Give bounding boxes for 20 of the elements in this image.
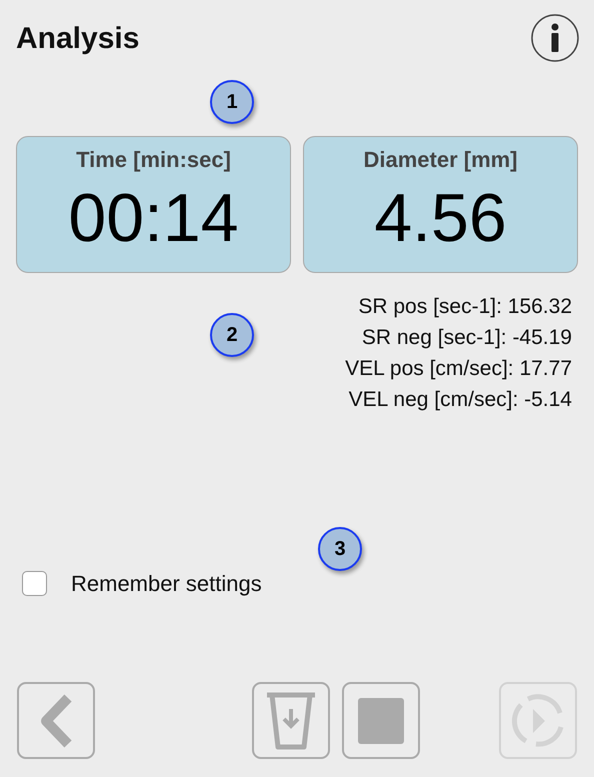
stop-square-icon	[358, 698, 404, 744]
metric-text: VEL pos [cm/sec]: 17.77	[345, 356, 572, 382]
stop-button[interactable]	[342, 682, 420, 759]
readout-value: 4.56	[374, 179, 507, 258]
readout-label: Time [min:sec]	[76, 146, 231, 174]
readout-value: 00:14	[68, 179, 239, 258]
callout-bubble: 1	[210, 80, 254, 124]
checkbox-label: Remember settings	[71, 570, 262, 598]
back-button[interactable]	[17, 682, 95, 759]
checkbox[interactable]	[22, 571, 47, 596]
panel-title: Analysis	[16, 20, 140, 56]
metric-text: SR pos [sec-1]: 156.32	[358, 294, 572, 320]
metric-text: SR neg [sec-1]: -45.19	[362, 325, 572, 351]
metric-text: VEL neg [cm/sec]: -5.14	[348, 387, 572, 413]
chevron-left-icon	[38, 692, 74, 750]
callout-bubble: 3	[318, 527, 362, 571]
discard-button[interactable]	[252, 682, 330, 759]
info-icon[interactable]	[530, 13, 580, 63]
callout-bubble: 2	[210, 313, 254, 357]
readout-label: Diameter [mm]	[363, 146, 518, 174]
